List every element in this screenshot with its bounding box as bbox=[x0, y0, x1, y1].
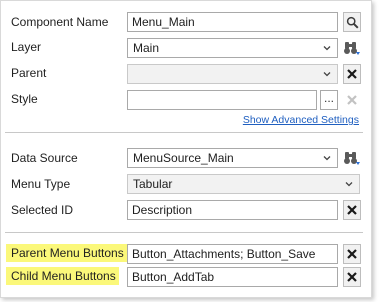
style-browse-button[interactable]: ... bbox=[320, 90, 338, 110]
parent-label: Parent bbox=[11, 66, 47, 80]
close-icon bbox=[347, 272, 357, 282]
child-menu-buttons-label: Child Menu Buttons bbox=[6, 267, 119, 285]
close-icon bbox=[347, 249, 357, 259]
parent-select[interactable] bbox=[127, 64, 338, 84]
menu-type-select[interactable]: Tabular bbox=[127, 174, 360, 194]
child-menu-buttons-clear-button[interactable] bbox=[343, 267, 361, 287]
selected-id-label: Selected ID bbox=[11, 203, 74, 217]
binoculars-icon bbox=[344, 152, 360, 165]
style-label: Style bbox=[11, 92, 38, 106]
section-divider bbox=[5, 232, 363, 233]
binoculars-icon bbox=[344, 42, 360, 55]
style-input[interactable] bbox=[127, 90, 317, 110]
data-source-select-value: MenuSource_Main bbox=[133, 151, 234, 165]
chevron-down-icon bbox=[323, 72, 331, 77]
parent-menu-buttons-label: Parent Menu Buttons bbox=[6, 244, 127, 262]
menu-type-select-value: Tabular bbox=[133, 177, 173, 191]
chevron-down-icon bbox=[345, 182, 353, 187]
style-clear-button[interactable] bbox=[343, 90, 361, 110]
selected-id-clear-button[interactable] bbox=[343, 200, 361, 220]
close-icon bbox=[347, 95, 357, 105]
chevron-down-icon bbox=[323, 156, 331, 161]
data-source-label: Data Source bbox=[11, 151, 78, 165]
layer-label: Layer bbox=[11, 40, 42, 54]
close-icon bbox=[347, 69, 357, 79]
search-icon bbox=[346, 16, 359, 29]
child-menu-buttons-input[interactable]: Button_AddTab bbox=[127, 267, 338, 287]
layer-select-value: Main bbox=[133, 41, 160, 55]
component-properties-panel: Component Name Menu_Main Layer Main Pare… bbox=[0, 0, 372, 298]
show-advanced-settings-link[interactable]: Show Advanced Settings bbox=[243, 114, 359, 126]
data-source-select[interactable]: MenuSource_Main bbox=[127, 148, 338, 168]
close-icon bbox=[347, 205, 357, 215]
chevron-down-icon bbox=[323, 46, 331, 51]
parent-menu-buttons-clear-button[interactable] bbox=[343, 244, 361, 264]
layer-select[interactable]: Main bbox=[127, 38, 338, 58]
component-name-input[interactable]: Menu_Main bbox=[127, 12, 338, 32]
layer-navigate-button[interactable] bbox=[343, 38, 361, 58]
selected-id-input[interactable]: Description bbox=[127, 200, 338, 220]
data-source-navigate-button[interactable] bbox=[343, 148, 361, 168]
section-divider bbox=[5, 132, 363, 133]
parent-menu-buttons-input[interactable]: Button_Attachments; Button_Save bbox=[127, 244, 338, 264]
component-name-label: Component Name bbox=[11, 15, 109, 29]
menu-type-label: Menu Type bbox=[11, 177, 71, 191]
search-button[interactable] bbox=[343, 12, 361, 32]
parent-clear-button[interactable] bbox=[343, 64, 361, 84]
